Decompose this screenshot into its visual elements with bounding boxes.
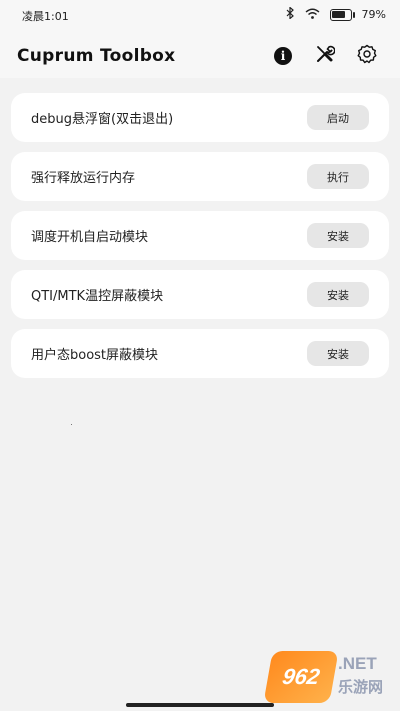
list-item: QTI/MTK温控屏蔽模块 安装 — [11, 270, 389, 319]
info-icon: i — [274, 47, 292, 65]
item-label: 调度开机自启动模块 — [31, 230, 149, 245]
watermark-logo: 962 — [263, 651, 339, 703]
stray-dot — [71, 424, 72, 425]
watermark: 962 .NET 乐游网 — [263, 651, 386, 703]
battery-percent: 79% — [361, 8, 386, 21]
tools-button[interactable] — [314, 45, 336, 67]
wifi-icon — [305, 8, 320, 22]
install-button[interactable]: 安装 — [307, 341, 369, 366]
app-title: Cuprum Toolbox — [17, 46, 176, 66]
status-time: 凌晨1:01 — [22, 10, 69, 23]
install-button[interactable]: 安装 — [307, 282, 369, 307]
app-bar: Cuprum Toolbox i — [0, 30, 400, 78]
home-indicator[interactable] — [126, 703, 274, 707]
item-label: 用户态boost屏蔽模块 — [31, 348, 159, 363]
list-item: 调度开机自启动模块 安装 — [11, 211, 389, 260]
status-icons: 79% — [286, 6, 386, 22]
execute-button[interactable]: 执行 — [307, 164, 369, 189]
item-label: 强行释放运行内存 — [31, 171, 136, 186]
bluetooth-icon — [286, 6, 295, 22]
info-button[interactable]: i — [272, 45, 294, 67]
start-button[interactable]: 启动 — [307, 105, 369, 130]
tools-icon — [315, 44, 336, 68]
install-button[interactable]: 安装 — [307, 223, 369, 248]
tool-list: debug悬浮窗(双击退出) 启动 强行释放运行内存 执行 调度开机自启动模块 … — [11, 93, 389, 388]
watermark-sub: 乐游网 — [338, 678, 384, 696]
item-label: QTI/MTK温控屏蔽模块 — [31, 289, 164, 304]
settings-gear-icon — [357, 44, 377, 68]
battery-icon — [329, 8, 355, 21]
list-item: 用户态boost屏蔽模块 安装 — [11, 329, 389, 378]
item-label: debug悬浮窗(双击退出) — [31, 112, 174, 127]
watermark-net: .NET — [338, 654, 377, 673]
settings-button[interactable] — [356, 44, 378, 68]
list-item: debug悬浮窗(双击退出) 启动 — [11, 93, 389, 142]
status-bar: 凌晨1:01 79% — [0, 0, 400, 30]
list-item: 强行释放运行内存 执行 — [11, 152, 389, 201]
